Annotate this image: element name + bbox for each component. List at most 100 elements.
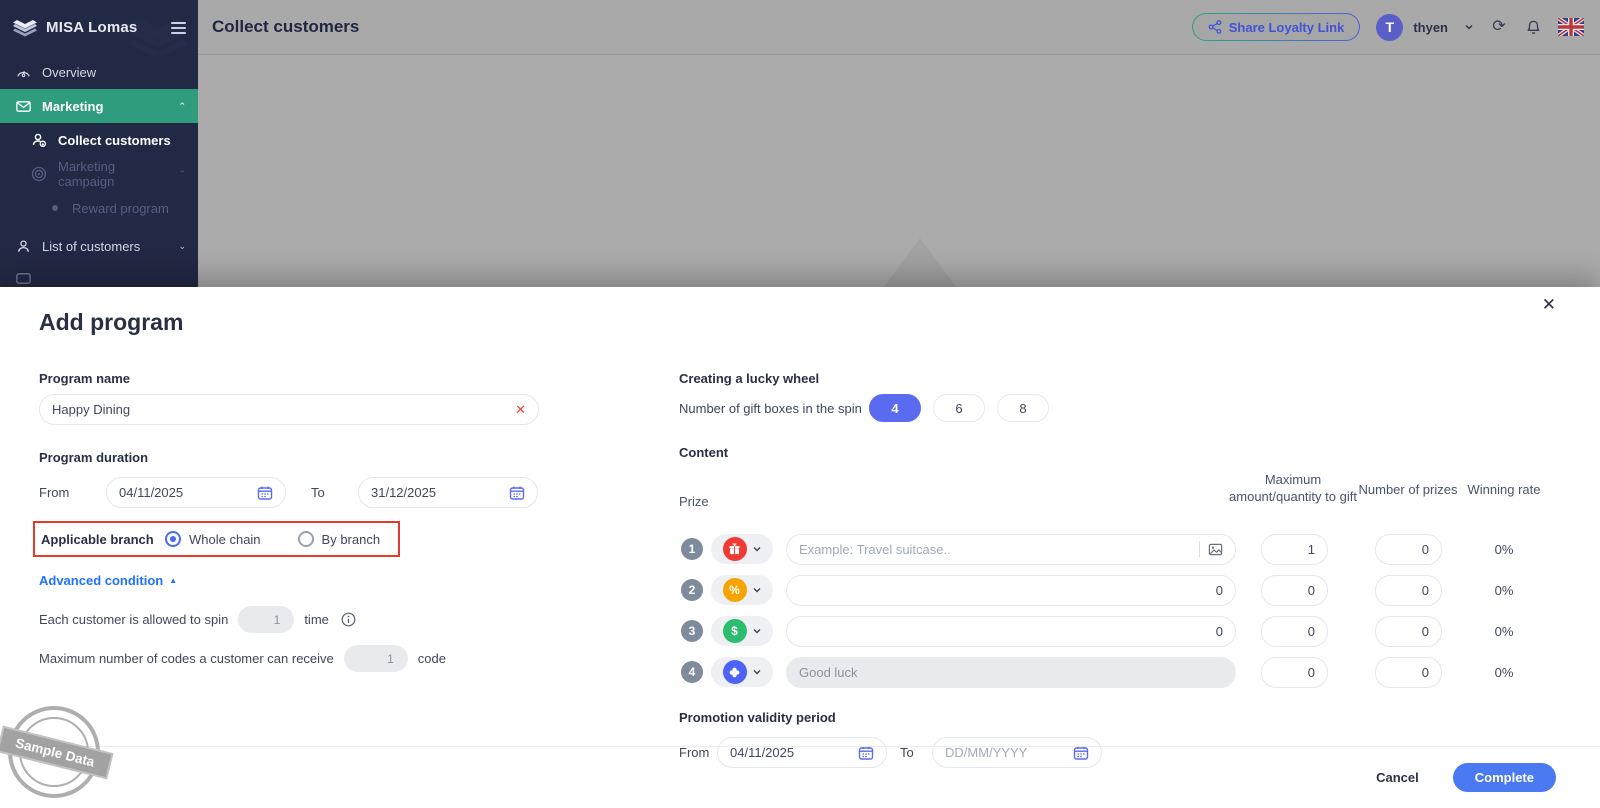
duration-from-input[interactable]: [119, 485, 249, 500]
program-name-input[interactable]: [52, 402, 508, 417]
calendar-icon[interactable]: [257, 485, 273, 501]
to-label: To: [311, 485, 325, 500]
prize-value-field: [786, 574, 1236, 606]
page-title: Collect customers: [212, 17, 360, 36]
sidebar-item-list-of-customers[interactable]: List of customers ⌄: [0, 229, 198, 263]
codes-count-input[interactable]: 1: [343, 645, 408, 672]
prize-name-field: [786, 533, 1236, 565]
spin-count-input[interactable]: 1: [238, 606, 295, 633]
complete-button[interactable]: Complete: [1452, 763, 1556, 792]
chevron-up-icon: ⌃: [178, 168, 186, 179]
gift-boxes-option-6[interactable]: 6: [933, 394, 985, 422]
prize-type-select[interactable]: [711, 534, 773, 564]
clear-icon[interactable]: ✕: [507, 402, 526, 418]
share-loyalty-link-button[interactable]: Share Loyalty Link: [1192, 13, 1361, 41]
number-of-prizes-input[interactable]: [1375, 574, 1442, 606]
sidebar-item-marketing[interactable]: Marketing ⌃: [0, 89, 198, 123]
advanced-condition-toggle[interactable]: Advanced condition ▲: [39, 573, 549, 588]
sidebar-item-label: List of customers: [42, 238, 141, 254]
chevron-down-icon: [753, 629, 760, 634]
sample-data-stamp: Sample Data: [0, 706, 114, 798]
max-amount-input[interactable]: [1261, 656, 1328, 688]
column-number: Number of prizes: [1358, 482, 1458, 497]
lucky-wheel-title: Creating a lucky wheel: [679, 371, 820, 386]
close-icon[interactable]: ✕: [1542, 296, 1556, 313]
card-icon: [14, 269, 32, 287]
refresh-icon[interactable]: ⟳: [1490, 18, 1508, 36]
language-flag-icon[interactable]: [1558, 18, 1584, 36]
duration-to-input[interactable]: [371, 485, 501, 500]
row-number-badge: 3: [681, 620, 703, 642]
prize-row-1: 1 0%: [679, 533, 1579, 565]
gift-icon: [722, 537, 747, 561]
caret-up-icon: ▲: [169, 576, 178, 585]
share-loyalty-link-label: Share Loyalty Link: [1228, 19, 1345, 35]
number-of-prizes-input[interactable]: [1375, 533, 1442, 565]
target-icon: [30, 165, 48, 183]
share-icon: [1208, 20, 1222, 34]
duration-from-field: [106, 477, 286, 508]
prize-row-2: 2 % 0%: [679, 574, 1579, 606]
prize-value-field-disabled: [786, 656, 1236, 688]
column-rate: Winning rate: [1467, 482, 1541, 497]
radio-whole-chain[interactable]: [165, 531, 181, 547]
program-duration-label: Program duration: [39, 450, 149, 465]
sidebar-item-reward-program[interactable]: Reward program: [0, 191, 198, 225]
gift-boxes-option-8[interactable]: 8: [997, 394, 1049, 422]
row-number-badge: 2: [681, 579, 703, 601]
info-icon[interactable]: [341, 612, 356, 627]
sidebar-item-label: Marketing: [42, 98, 104, 114]
dollar-icon: $: [722, 619, 747, 643]
from-label: From: [39, 485, 70, 500]
sidebar-item-marketing-campaign[interactable]: Marketing campaign ⌃: [0, 157, 198, 191]
avatar[interactable]: T: [1376, 13, 1404, 41]
sidebar-item-partial[interactable]: [0, 263, 198, 284]
applicable-branch-highlight: Applicable branch Whole chain By branch: [33, 521, 400, 557]
sidebar-item-overview[interactable]: Overview: [0, 55, 198, 89]
prize-type-select[interactable]: %: [711, 575, 773, 605]
row-number-badge: 1: [681, 538, 703, 560]
max-amount-input[interactable]: [1261, 615, 1328, 647]
prize-value-input[interactable]: [799, 582, 1223, 598]
winning-rate-value: 0%: [1494, 582, 1514, 598]
top-header: MISA Lomas Collect customers Share Loyal…: [0, 0, 1600, 55]
advanced-condition-label: Advanced condition: [39, 573, 164, 588]
prize-row-3: 3 $ 0%: [679, 615, 1579, 647]
sidebar-item-label: Collect customers: [58, 132, 171, 148]
number-of-prizes-input[interactable]: [1375, 615, 1442, 647]
codes-suffix-label: code: [417, 651, 446, 666]
brand-area: MISA Lomas: [0, 0, 198, 55]
number-of-prizes-input[interactable]: [1375, 656, 1442, 688]
cancel-button[interactable]: Cancel: [1376, 770, 1419, 785]
duration-to-field: [358, 477, 538, 508]
sidebar-toggle-icon[interactable]: [171, 21, 186, 34]
winning-rate-value: 0%: [1494, 541, 1514, 557]
prize-name-input[interactable]: [799, 541, 1193, 557]
radio-by-branch[interactable]: [297, 531, 314, 547]
modal-title: Add program: [39, 309, 184, 335]
column-prize: Prize: [679, 494, 709, 509]
header-main: Collect customers Share Loyalty Link T t…: [198, 0, 1600, 55]
user-menu-chevron-down-icon[interactable]: [1464, 22, 1474, 32]
prize-type-select[interactable]: $: [711, 616, 773, 646]
envelope-icon: [14, 97, 32, 115]
gift-boxes-label: Number of gift boxes in the spin: [679, 400, 862, 416]
notifications-bell-icon[interactable]: [1524, 18, 1542, 36]
prize-type-select[interactable]: [711, 657, 773, 687]
sidebar: Overview Marketing ⌃ Collect customers M…: [0, 55, 198, 287]
chevron-down-icon: [753, 588, 760, 593]
image-upload-icon[interactable]: [1208, 542, 1223, 557]
row-number-badge: 4: [681, 661, 703, 683]
gift-boxes-option-4[interactable]: 4: [869, 394, 921, 422]
sidebar-item-collect-customers[interactable]: Collect customers: [0, 123, 198, 157]
calendar-icon[interactable]: [509, 485, 525, 501]
prize-value-input[interactable]: [799, 623, 1223, 639]
max-amount-input[interactable]: [1261, 533, 1328, 565]
modal-footer: Cancel Complete: [0, 746, 1600, 808]
by-branch-label: By branch: [321, 531, 381, 547]
max-amount-input[interactable]: [1261, 574, 1328, 606]
collect-customers-icon: [30, 131, 48, 149]
codes-prefix-label: Maximum number of codes a customer can r…: [39, 651, 334, 666]
add-program-modal: ✕ Add program Program name ✕ Program dur…: [0, 287, 1600, 808]
divider: [1199, 541, 1200, 557]
